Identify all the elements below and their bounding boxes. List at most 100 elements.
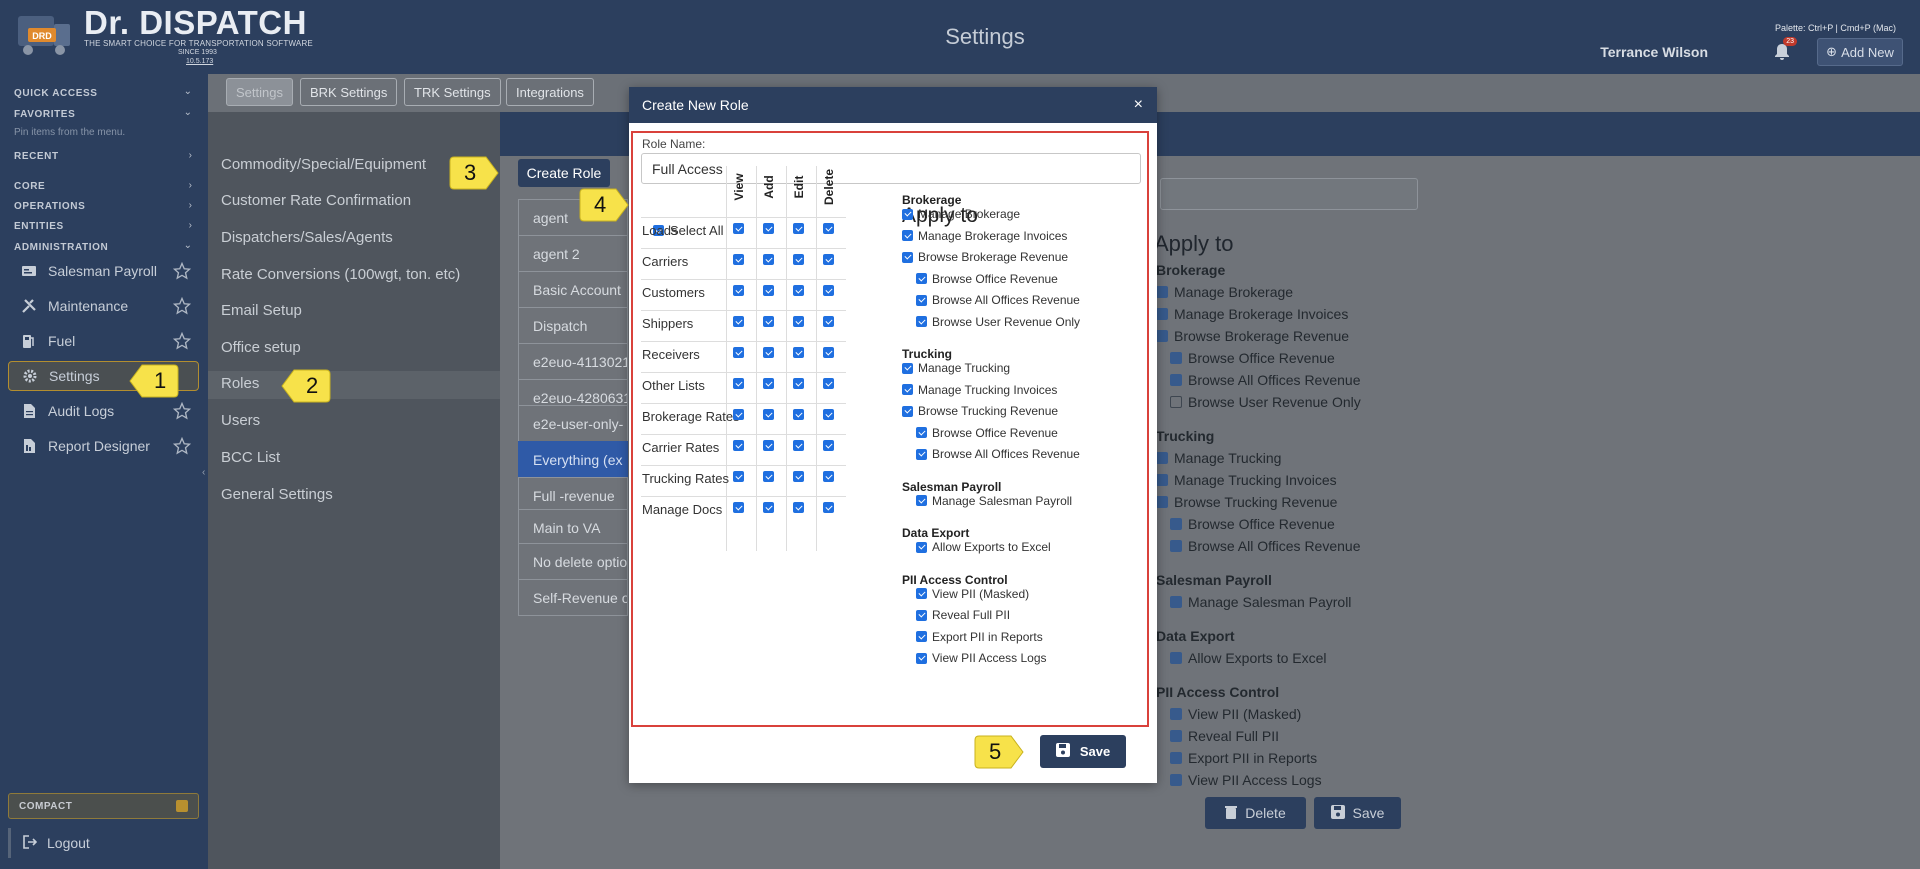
checkbox-other-lists-delete[interactable] (823, 378, 834, 389)
checkbox-customers-edit[interactable] (793, 285, 804, 296)
background-option[interactable]: Manage Brokerage Invoices (1156, 306, 1348, 322)
background-option[interactable]: Export PII in Reports (1170, 750, 1317, 766)
checkbox-brokerage-rates-add[interactable] (763, 409, 774, 420)
compact-toggle[interactable]: COMPACT (8, 793, 199, 819)
role-list-item[interactable]: e2euo-41130212 (518, 343, 628, 380)
sidebar-section-administration[interactable]: ADMINISTRATION (14, 242, 108, 253)
background-option[interactable]: Browse Office Revenue (1170, 350, 1335, 366)
menu-item-commodity[interactable]: Commodity/Special/Equipment (221, 156, 426, 173)
checkbox-brokerage-rates-delete[interactable] (823, 409, 834, 420)
save-button[interactable]: Save (1040, 735, 1126, 768)
role-list-item[interactable]: e2e-user-only- (518, 405, 628, 442)
checkbox-checked[interactable] (1170, 540, 1182, 552)
checkbox-manage-docs-add[interactable] (763, 502, 774, 513)
checkbox-trucking-rates-delete[interactable] (823, 471, 834, 482)
tab-trk-settings[interactable]: TRK Settings (404, 78, 501, 106)
role-list-item[interactable]: Self-Revenue o (518, 579, 628, 616)
menu-item-users[interactable]: Users (221, 412, 260, 429)
checkbox-checked[interactable] (916, 316, 927, 327)
checkbox-customers-delete[interactable] (823, 285, 834, 296)
close-icon[interactable]: × (1134, 96, 1143, 114)
sidebar-section-quick-access[interactable]: QUICK ACCESS (14, 88, 98, 99)
role-list-item[interactable]: Main to VA (518, 509, 628, 546)
role-list-item[interactable]: Dispatch (518, 307, 628, 344)
checkbox-carrier-rates-add[interactable] (763, 440, 774, 451)
checkbox-checked[interactable] (916, 294, 927, 306)
menu-item-dispatchers[interactable]: Dispatchers/Sales/Agents (221, 229, 393, 246)
checkbox-checked[interactable] (916, 652, 927, 664)
tab-settings[interactable]: Settings (226, 78, 293, 106)
checkbox-checked[interactable] (1170, 708, 1182, 720)
checkbox-shippers-add[interactable] (763, 316, 774, 327)
checkbox-checked[interactable] (1170, 352, 1182, 364)
role-list-item[interactable]: No delete optio (518, 543, 628, 580)
checkbox-checked[interactable] (1170, 596, 1182, 608)
apply-option[interactable]: Manage Salesman Payroll (916, 494, 1072, 508)
apply-option[interactable]: Browse Brokerage Revenue (902, 250, 1068, 264)
checkbox-checked[interactable] (1170, 518, 1182, 530)
checkbox-other-lists-add[interactable] (763, 378, 774, 389)
sidebar-section-operations[interactable]: OPERATIONS (14, 201, 85, 212)
create-role-button[interactable]: Create Role (518, 159, 610, 187)
logout-button[interactable]: Logout (8, 828, 199, 858)
sidebar-item-report-designer[interactable]: Report Designer (8, 431, 199, 461)
checkbox-checked[interactable] (902, 362, 913, 374)
apply-option[interactable]: Manage Trucking Invoices (902, 383, 1057, 397)
apply-option[interactable]: Browse User Revenue Only (916, 315, 1080, 329)
checkbox-checked[interactable] (916, 448, 927, 460)
apply-option[interactable]: Browse Office Revenue (916, 272, 1058, 286)
background-option[interactable]: Manage Trucking Invoices (1156, 472, 1337, 488)
checkbox-checked[interactable] (902, 230, 913, 241)
chevron-right-icon[interactable]: › (189, 220, 192, 231)
menu-item-roles[interactable]: Roles (221, 375, 259, 392)
apply-option[interactable]: Export PII in Reports (916, 630, 1043, 644)
checkbox-checked[interactable] (1156, 496, 1168, 508)
compact-checkbox-icon[interactable] (176, 800, 188, 812)
apply-option[interactable]: Allow Exports to Excel (916, 540, 1051, 554)
apply-option[interactable]: Reveal Full PII (916, 608, 1010, 622)
checkbox-brokerage-rates-edit[interactable] (793, 409, 804, 420)
role-list-item-selected[interactable]: Everything (ex (518, 441, 628, 478)
background-option[interactable]: Allow Exports to Excel (1170, 650, 1327, 666)
menu-item-email-setup[interactable]: Email Setup (221, 302, 302, 319)
checkbox-unchecked[interactable] (1170, 396, 1182, 408)
checkbox-carrier-rates-view[interactable] (733, 440, 744, 451)
checkbox-carriers-add[interactable] (763, 254, 774, 265)
star-icon[interactable] (172, 296, 192, 315)
checkbox-checked[interactable] (1170, 730, 1182, 742)
checkbox-customers-add[interactable] (763, 285, 774, 296)
background-option[interactable]: Browse User Revenue Only (1170, 394, 1361, 410)
tab-integrations[interactable]: Integrations (506, 78, 594, 106)
checkbox-manage-docs-edit[interactable] (793, 502, 804, 513)
checkbox-checked[interactable] (916, 541, 927, 553)
apply-option[interactable]: View PII (Masked) (916, 587, 1029, 601)
apply-option[interactable]: Browse Trucking Revenue (902, 404, 1058, 418)
user-name[interactable]: Terrance Wilson (1600, 44, 1708, 60)
star-icon[interactable] (172, 401, 192, 420)
checkbox-checked[interactable] (902, 251, 913, 263)
chevron-down-icon[interactable]: ⌄ (184, 107, 192, 118)
checkbox-carriers-edit[interactable] (793, 254, 804, 265)
checkbox-receivers-edit[interactable] (793, 347, 804, 358)
checkbox-other-lists-view[interactable] (733, 378, 744, 389)
apply-option[interactable]: Browse All Offices Revenue (916, 447, 1080, 461)
background-option[interactable]: Browse Trucking Revenue (1156, 494, 1337, 510)
checkbox-checked[interactable] (902, 384, 913, 395)
checkbox-checked[interactable] (1156, 286, 1168, 298)
checkbox-checked[interactable] (916, 273, 927, 284)
checkbox-shippers-edit[interactable] (793, 316, 804, 327)
checkbox-checked[interactable] (1156, 308, 1168, 320)
apply-option[interactable]: Manage Brokerage Invoices (902, 229, 1067, 243)
chevron-right-icon[interactable]: › (189, 180, 192, 191)
sidebar-section-favorites[interactable]: FAVORITES (14, 109, 75, 120)
sidebar-item-maintenance[interactable]: Maintenance (8, 291, 199, 321)
checkbox-receivers-add[interactable] (763, 347, 774, 358)
background-option[interactable]: Browse Office Revenue (1170, 516, 1335, 532)
checkbox-shippers-view[interactable] (733, 316, 744, 327)
apply-option[interactable]: Browse All Offices Revenue (916, 293, 1080, 307)
checkbox-checked[interactable] (1156, 452, 1168, 464)
background-option[interactable]: Reveal Full PII (1170, 728, 1279, 744)
checkbox-trucking-rates-edit[interactable] (793, 471, 804, 482)
checkbox-loads-edit[interactable] (793, 223, 804, 234)
checkbox-trucking-rates-view[interactable] (733, 471, 744, 482)
